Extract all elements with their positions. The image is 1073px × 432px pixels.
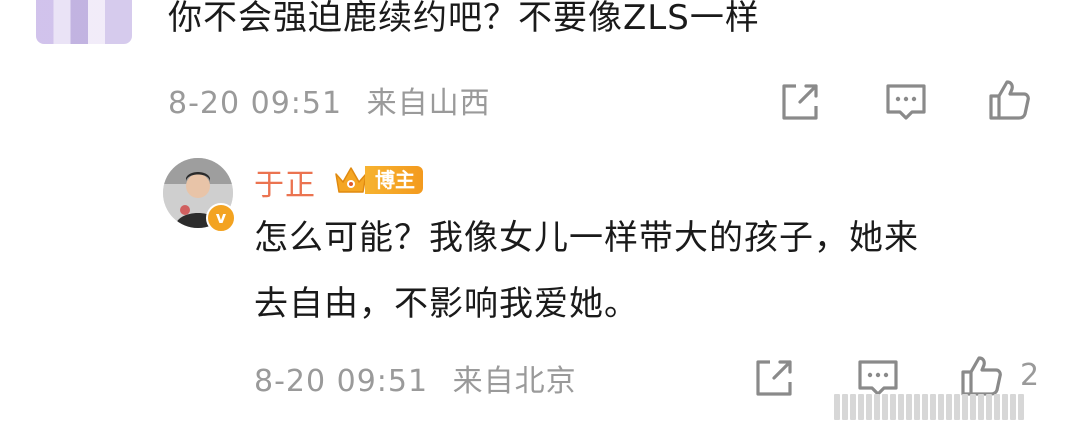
like-icon[interactable] <box>988 78 1032 122</box>
reply-meta: 8-20 09:51 来自北京 <box>254 356 577 400</box>
host-badge: 博主 <box>333 162 423 198</box>
comment-meta: 8-20 09:51 来自山西 <box>168 78 491 122</box>
reply-text-line2: 去自由，不影响我爱她。 <box>254 284 639 324</box>
reply-comment-icon[interactable] <box>884 80 928 124</box>
comment-text: 你不会强迫鹿续约吧？不要像ZLS一样 <box>168 0 760 38</box>
like-count: 2 <box>1020 358 1040 393</box>
comment-thread: 你不会强迫鹿续约吧？不要像ZLS一样 8-20 09:51 来自山西 v 于正 … <box>0 0 1073 432</box>
author-name[interactable]: 于正 <box>254 160 316 204</box>
comment-location: 来自山西 <box>366 86 491 121</box>
reply-location: 来自北京 <box>452 364 577 399</box>
crown-icon <box>335 167 367 193</box>
verified-badge-icon: v <box>206 203 236 233</box>
reply-text-line1: 怎么可能？我像女儿一样带大的孩子，她来 <box>254 218 919 258</box>
comment-time: 8-20 09:51 <box>168 86 343 121</box>
share-icon[interactable] <box>752 356 796 400</box>
watermark-strip <box>834 390 1064 424</box>
reply-time: 8-20 09:51 <box>254 364 429 399</box>
host-label: 博主 <box>365 166 423 194</box>
commenter-avatar[interactable] <box>36 0 132 44</box>
share-icon[interactable] <box>778 80 822 124</box>
